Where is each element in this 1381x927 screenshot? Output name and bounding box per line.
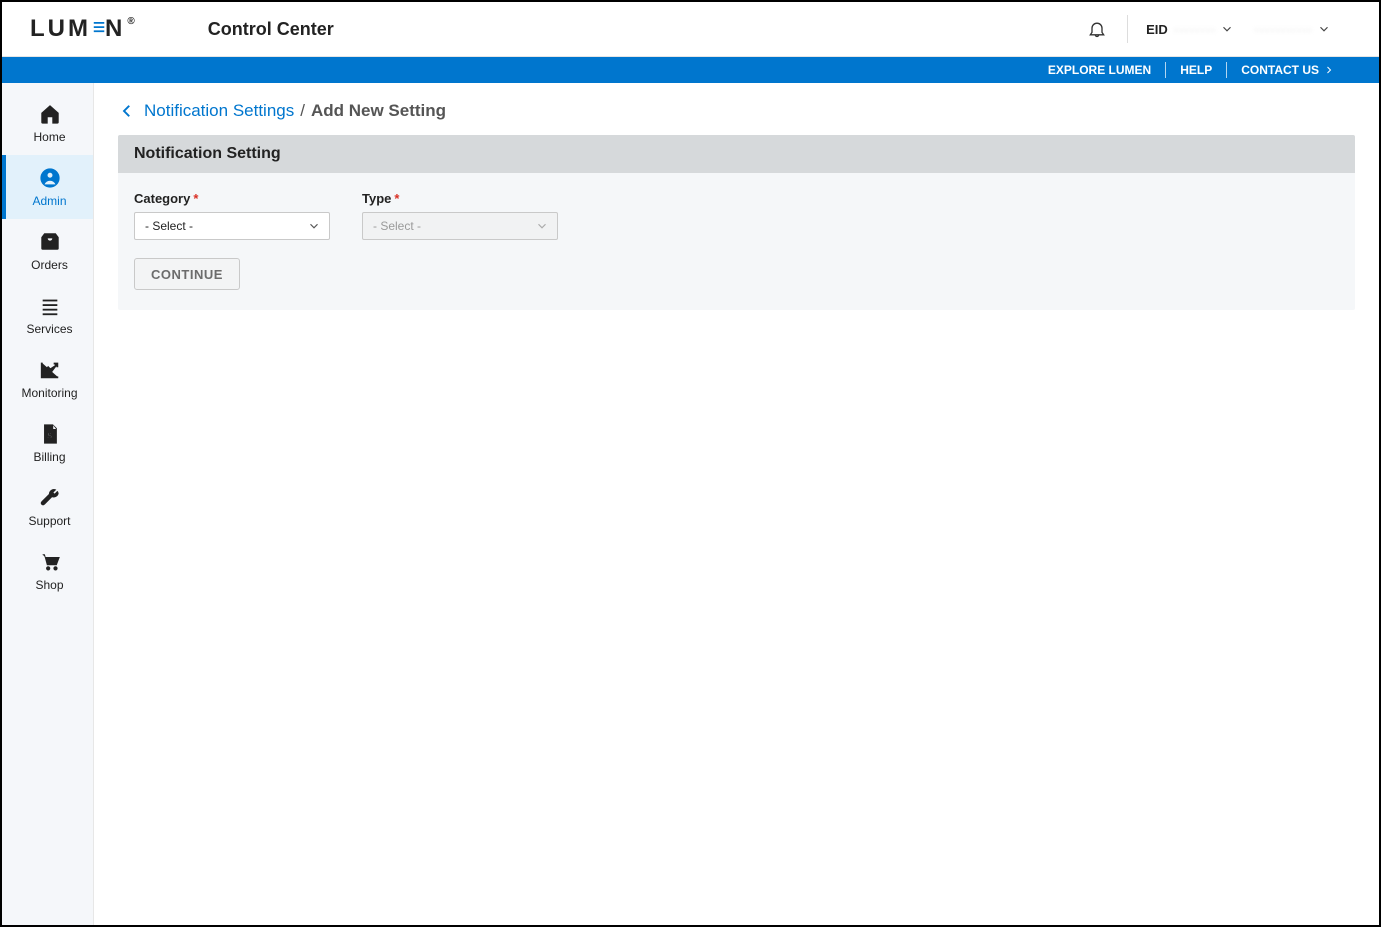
label-text: Category [134, 191, 190, 206]
back-icon[interactable] [118, 102, 136, 120]
select-value: - Select - [373, 219, 421, 233]
home-icon [38, 102, 62, 126]
breadcrumb-current: Add New Setting [311, 101, 446, 121]
notification-setting-panel: Notification Setting Category* - Select … [118, 135, 1355, 310]
cart-icon [38, 550, 62, 574]
sidebar-item-label: Billing [33, 450, 65, 464]
chevron-down-icon [1220, 22, 1234, 36]
sidebar-item-billing[interactable]: $ Billing [2, 411, 93, 475]
required-marker: * [394, 191, 399, 206]
sidebar-item-label: Orders [31, 258, 68, 272]
inbox-icon [38, 230, 62, 254]
notifications-icon[interactable] [1087, 19, 1107, 39]
type-label: Type* [362, 191, 558, 206]
category-select[interactable]: - Select - [134, 212, 330, 240]
eid-label: EID [1146, 22, 1168, 37]
select-value: - Select - [145, 219, 193, 233]
continue-button[interactable]: CONTINUE [134, 258, 240, 290]
sidebar-item-monitoring[interactable]: Monitoring [2, 347, 93, 411]
help-link[interactable]: HELP [1166, 63, 1226, 77]
panel-title: Notification Setting [118, 135, 1355, 173]
sidebar-item-label: Monitoring [21, 386, 77, 400]
sidebar-item-orders[interactable]: Orders [2, 219, 93, 283]
sidebar-item-home[interactable]: Home [2, 91, 93, 155]
top-header: L U M ≡ N ® Control Center EID ········ … [2, 2, 1379, 57]
sidebar-item-label: Shop [35, 578, 63, 592]
svg-text:$: $ [47, 432, 52, 441]
type-field: Type* - Select - [362, 191, 558, 240]
sidebar-item-support[interactable]: Support [2, 475, 93, 539]
label-text: Type [362, 191, 391, 206]
logo-reg: ® [127, 16, 137, 27]
logo-n: N [105, 15, 125, 43]
contact-label: CONTACT US [1241, 63, 1319, 77]
sidebar-item-label: Home [33, 130, 65, 144]
sidebar: Home Admin Orders Services Monitoring [2, 83, 94, 925]
chevron-down-icon [307, 219, 321, 233]
chevron-right-icon [1323, 64, 1335, 76]
wrench-icon [38, 486, 62, 510]
chevron-down-icon [1317, 22, 1331, 36]
sidebar-item-label: Admin [32, 194, 66, 208]
user-dropdown[interactable]: ··········· [1254, 22, 1331, 37]
list-icon [38, 294, 62, 318]
sidebar-item-services[interactable]: Services [2, 283, 93, 347]
logo-l: L [30, 15, 48, 43]
enterprise-id-dropdown[interactable]: EID ········ [1146, 22, 1234, 37]
explore-lumen-link[interactable]: EXPLORE LUMEN [1034, 63, 1165, 77]
logo-u: U [48, 15, 68, 43]
main-content: Notification Settings / Add New Setting … [94, 83, 1379, 925]
sidebar-item-label: Support [28, 514, 70, 528]
invoice-icon: $ [38, 422, 62, 446]
chevron-down-icon [535, 219, 549, 233]
sidebar-item-shop[interactable]: Shop [2, 539, 93, 603]
logo-m: M [68, 15, 91, 43]
sidebar-item-admin[interactable]: Admin [2, 155, 93, 219]
app-title: Control Center [208, 19, 334, 40]
required-marker: * [193, 191, 198, 206]
utility-bar: EXPLORE LUMEN HELP CONTACT US [2, 57, 1379, 83]
divider [1127, 15, 1128, 43]
user-label: ··········· [1254, 22, 1313, 37]
contact-us-link[interactable]: CONTACT US [1227, 63, 1349, 77]
chart-icon [38, 358, 62, 382]
category-label: Category* [134, 191, 330, 206]
user-icon [38, 166, 62, 190]
breadcrumb-parent-link[interactable]: Notification Settings [144, 101, 294, 121]
eid-value: ········ [1174, 22, 1217, 37]
category-field: Category* - Select - [134, 191, 330, 240]
breadcrumb-separator: / [300, 101, 305, 121]
sidebar-item-label: Services [26, 322, 72, 336]
type-select: - Select - [362, 212, 558, 240]
breadcrumb: Notification Settings / Add New Setting [118, 101, 1355, 121]
logo-e: ≡ [93, 14, 104, 42]
brand-logo[interactable]: L U M ≡ N ® [30, 15, 138, 43]
